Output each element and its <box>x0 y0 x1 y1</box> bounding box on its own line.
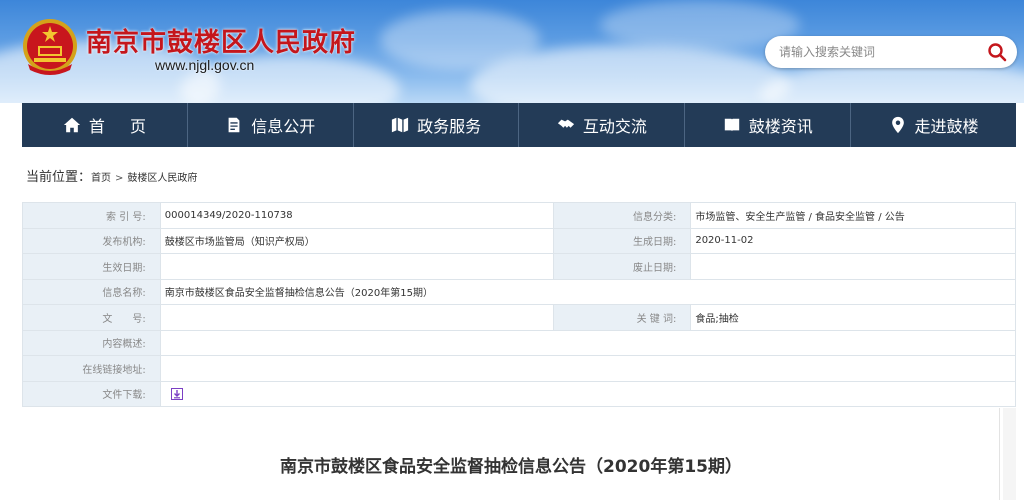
nav-item-about-gulou[interactable]: 走进鼓楼 <box>851 103 1016 147</box>
site-url[interactable]: www.njgl.gov.cn <box>155 57 254 73</box>
site-title[interactable]: 南京市鼓楼区人民政府 <box>86 22 356 59</box>
table-row: 生效日期: 废止日期: <box>22 253 1016 280</box>
category-label: 信息分类: <box>553 202 692 229</box>
breadcrumb-separator: > <box>115 173 124 184</box>
category-value: 市场监管、安全生产监管 / 食品安全监管 / 公告 <box>690 202 1016 229</box>
info-name-value: 南京市鼓楼区食品安全监督抽检信息公告（2020年第15期） <box>159 278 1017 305</box>
breadcrumb-item-home[interactable]: 首页 <box>91 173 111 184</box>
summary-label: 内容概述: <box>22 329 161 356</box>
index-label: 索 引 号: <box>22 202 161 229</box>
location-pin-icon <box>891 116 904 134</box>
book-icon <box>724 118 739 132</box>
table-row: 索 引 号: 000014349/2020-110738 信息分类: 市场监管、… <box>22 202 1016 229</box>
keywords-label: 关 键 词: <box>553 304 692 331</box>
map-icon <box>391 117 409 133</box>
summary-value <box>159 329 1017 356</box>
nav-item-label: 信息公开 <box>251 117 316 136</box>
breadcrumb-item-district-gov[interactable]: 鼓楼区人民政府 <box>127 173 197 184</box>
doc-number-label: 文 号: <box>22 304 161 331</box>
nav-item-label: 首 页 <box>88 117 156 136</box>
nav-item-label: 走进鼓楼 <box>914 117 979 136</box>
scrollbar[interactable] <box>1003 408 1016 500</box>
publisher-value: 鼓楼区市场监管局（知识产权局） <box>159 227 555 254</box>
abolish-date-value <box>690 253 1016 280</box>
info-meta-table: 索 引 号: 000014349/2020-110738 信息分类: 市场监管、… <box>22 202 1017 407</box>
table-row: 内容概述: <box>22 329 1017 356</box>
nav-item-info-disclosure[interactable]: 信息公开 <box>188 103 354 147</box>
search-input[interactable] <box>779 36 979 68</box>
nav-item-label: 政务服务 <box>417 117 482 136</box>
online-link-label: 在线链接地址: <box>22 355 161 382</box>
document-icon <box>228 117 240 133</box>
search-box <box>765 36 1017 68</box>
handshake-icon <box>557 119 574 128</box>
table-row: 在线链接地址: <box>22 355 1017 382</box>
article-title: 南京市鼓楼区食品安全监督抽检信息公告（2020年第15期） <box>280 457 742 477</box>
nav-item-gov-services[interactable]: 政务服务 <box>354 103 520 147</box>
nav-item-label: 鼓楼资讯 <box>748 117 813 136</box>
file-download-label: 文件下载: <box>22 380 161 407</box>
search-icon[interactable] <box>987 42 1007 62</box>
effective-date-value <box>159 253 555 280</box>
table-row: 发布机构: 鼓楼区市场监管局（知识产权局） 生成日期: 2020-11-02 <box>22 227 1016 254</box>
publisher-label: 发布机构: <box>22 227 161 254</box>
table-row: 文件下载: <box>22 380 1017 407</box>
table-row: 信息名称: 南京市鼓楼区食品安全监督抽检信息公告（2020年第15期） <box>22 278 1017 305</box>
created-date-label: 生成日期: <box>553 227 692 254</box>
online-link-value <box>159 355 1017 382</box>
nav-item-home[interactable]: 首 页 <box>22 103 188 147</box>
site-header: 南京市鼓楼区人民政府 www.njgl.gov.cn <box>0 0 1024 103</box>
national-emblem-icon <box>23 19 77 75</box>
index-value: 000014349/2020-110738 <box>159 202 555 229</box>
nav-item-gulou-news[interactable]: 鼓楼资讯 <box>685 103 852 147</box>
breadcrumb-prefix: 当前位置： <box>26 170 92 185</box>
nav-item-interaction[interactable]: 互动交流 <box>519 103 686 147</box>
abolish-date-label: 废止日期: <box>553 253 692 280</box>
home-icon <box>63 117 80 133</box>
created-date-value: 2020-11-02 <box>690 227 1016 254</box>
doc-number-value <box>159 304 555 331</box>
nav-item-label: 互动交流 <box>582 117 647 136</box>
file-download-cell <box>159 380 1017 407</box>
effective-date-label: 生效日期: <box>22 253 161 280</box>
breadcrumb: 当前位置：首页 > 鼓楼区人民政府 <box>26 166 197 185</box>
table-row: 文 号: 关 键 词: 食品;抽检 <box>22 304 1016 331</box>
download-icon[interactable] <box>170 387 183 400</box>
keywords-value: 食品;抽检 <box>690 304 1016 331</box>
info-name-label: 信息名称: <box>22 278 161 305</box>
main-nav: 首 页 信息公开 政务服务 互动交流 鼓楼资讯 走进鼓楼 <box>22 103 1016 147</box>
